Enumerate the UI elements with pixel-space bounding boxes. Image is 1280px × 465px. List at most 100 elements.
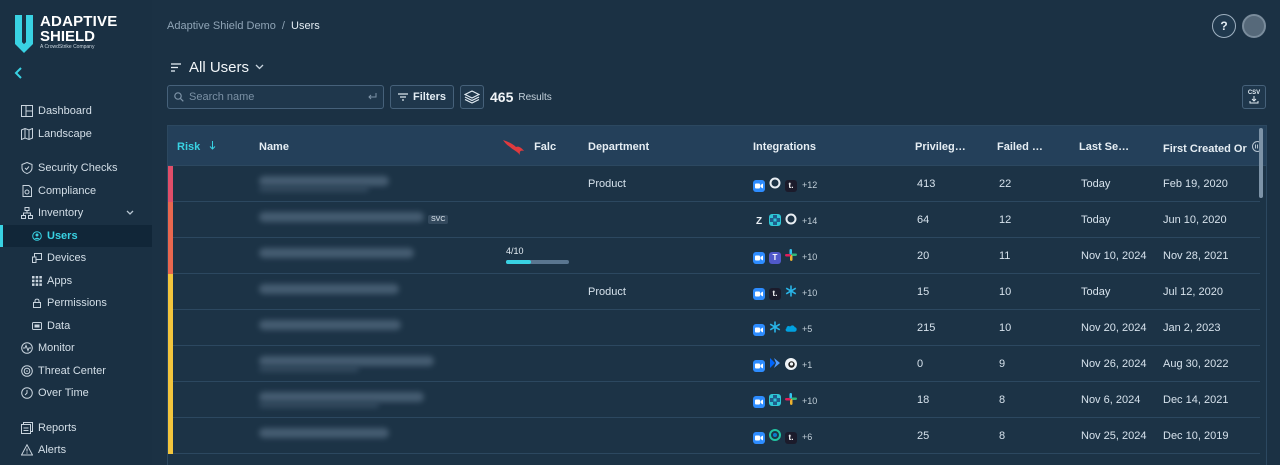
sidebar-item-users[interactable]: Users	[0, 224, 152, 247]
sidebar-item-apps[interactable]: Apps	[0, 270, 152, 293]
falcon-score-bar	[506, 260, 569, 264]
integrations-cell[interactable]: Z +14	[753, 213, 817, 228]
table-row[interactable]: SVC Z +14 64 12 Today Jun 10, 2020	[168, 202, 1260, 238]
search-input[interactable]	[189, 91, 367, 103]
okta-icon	[785, 213, 797, 228]
group-by-button[interactable]	[460, 85, 485, 109]
risk-indicator	[168, 310, 173, 346]
risk-indicator	[168, 238, 173, 274]
page-title: All Users	[189, 59, 250, 76]
data-icon	[32, 321, 42, 331]
sidebar-item-permissions[interactable]: Permissions	[0, 292, 152, 315]
sidebar-item-alerts[interactable]: Alerts	[0, 439, 152, 462]
column-label: Falc	[534, 140, 557, 153]
sidebar-item-over-time[interactable]: Over Time	[0, 382, 152, 405]
last-seen-cell: Nov 25, 2024	[1081, 430, 1147, 442]
sidebar-item-landscape[interactable]: Landscape	[0, 123, 152, 146]
sidebar-item-inventory[interactable]: Inventory	[0, 202, 152, 225]
risk-indicator	[168, 382, 173, 418]
sidebar-item-threat-center[interactable]: Threat Center	[0, 360, 152, 383]
sidebar-item-reports[interactable]: Reports	[0, 417, 152, 440]
last-seen-cell: Today	[1081, 286, 1111, 298]
last-seen-cell: Nov 26, 2024	[1081, 358, 1147, 370]
sidebar-item-dashboard[interactable]: Dashboard	[0, 100, 152, 123]
column-header-first-created[interactable]: First Created Or	[1163, 141, 1263, 155]
column-header-privileged[interactable]: Privileg…	[915, 141, 966, 153]
zoom-icon	[753, 250, 765, 264]
column-header-name[interactable]: Name	[259, 141, 289, 153]
sidebar: ADAPTIVE SHIELD A CrowdStrike Company Da…	[0, 0, 152, 465]
table-header: Risk Name Falc Department Integrations P…	[168, 126, 1266, 166]
download-icon	[1249, 96, 1259, 104]
sidebar-nav: Dashboard Landscape Security Checks Comp…	[0, 100, 152, 462]
integrations-cell[interactable]: +5	[753, 321, 812, 336]
last-seen-cell: Nov 20, 2024	[1081, 322, 1147, 334]
clock-icon	[20, 387, 33, 400]
sidebar-item-label: Alerts	[38, 444, 67, 457]
more-integrations[interactable]: +5	[802, 324, 812, 334]
column-header-falcon[interactable]: Falc	[503, 138, 556, 156]
logo[interactable]: ADAPTIVE SHIELD A CrowdStrike Company	[14, 14, 117, 54]
table-row[interactable]: +10 18 8 Nov 6, 2024 Dec 14, 2021	[168, 382, 1260, 418]
logo-line2: SHIELD	[40, 28, 96, 45]
failed-cell: 10	[999, 322, 1012, 334]
integrations-cell[interactable]: t. +12	[753, 177, 817, 192]
failed-cell: 12	[999, 214, 1012, 226]
users-icon	[32, 230, 42, 241]
column-header-department[interactable]: Department	[588, 141, 649, 153]
powerautomate-icon	[769, 357, 781, 372]
sidebar-item-label: Over Time	[38, 387, 89, 400]
sidebar-item-data[interactable]: Data	[0, 315, 152, 338]
filters-button[interactable]: Filters	[390, 85, 455, 109]
privileged-cell: 64	[917, 214, 930, 226]
sidebar-item-security-checks[interactable]: Security Checks	[0, 157, 152, 180]
search-box[interactable]	[167, 85, 384, 109]
avatar[interactable]	[1242, 14, 1266, 38]
sidebar-item-monitor[interactable]: Monitor	[0, 337, 152, 360]
table-row[interactable]: +1 0 9 Nov 26, 2024 Aug 30, 2022	[168, 346, 1260, 382]
integrations-cell[interactable]: +1	[753, 357, 812, 372]
integrations-cell[interactable]: T +10	[753, 249, 817, 264]
results-count: 465	[490, 89, 514, 105]
column-header-risk[interactable]: Risk	[177, 141, 216, 153]
more-integrations[interactable]: +1	[802, 360, 812, 370]
integrations-cell[interactable]: t. +10	[753, 285, 817, 300]
more-integrations[interactable]: +10	[802, 252, 817, 262]
breadcrumb-parent[interactable]: Adaptive Shield Demo	[167, 20, 276, 32]
zoom-icon	[753, 358, 765, 372]
hierarchy-icon	[20, 207, 33, 220]
table-row[interactable]: Product t. +12 413 22 Today Feb 19, 2020	[168, 166, 1260, 202]
table-row[interactable]: +5 215 10 Nov 20, 2024 Jan 2, 2023	[168, 310, 1260, 346]
more-integrations[interactable]: +10	[802, 396, 817, 406]
view-selector[interactable]: All Users	[171, 59, 264, 76]
collapse-sidebar-button[interactable]	[14, 66, 24, 82]
more-integrations[interactable]: +6	[802, 432, 812, 442]
column-header-last-seen[interactable]: Last Se…	[1079, 141, 1129, 153]
column-header-failed[interactable]: Failed …	[997, 141, 1043, 153]
zoom-icon	[753, 322, 765, 336]
table-row[interactable]: t. +6 25 8 Nov 25, 2024 Dec 10, 2019	[168, 418, 1260, 454]
integrations-cell[interactable]: +10	[753, 393, 817, 408]
teamwork-icon: t.	[785, 429, 797, 444]
last-seen-cell: Today	[1081, 214, 1111, 226]
help-button[interactable]: ?	[1212, 14, 1236, 38]
filters-label: Filters	[413, 91, 447, 103]
integrations-cell[interactable]: t. +6	[753, 429, 812, 444]
first-created-cell: Jan 2, 2023	[1163, 322, 1221, 334]
table-row[interactable]: Product t. +10 15 10 Today Jul 12, 2020	[168, 274, 1260, 310]
department-cell: Product	[588, 178, 626, 190]
jira-icon	[769, 213, 781, 228]
sidebar-item-devices[interactable]: Devices	[0, 247, 152, 270]
devices-icon	[32, 253, 42, 264]
sidebar-item-compliance[interactable]: Compliance	[0, 180, 152, 203]
zoom-icon	[753, 430, 765, 444]
more-integrations[interactable]: +14	[802, 216, 817, 226]
department-cell: Product	[588, 286, 626, 298]
more-integrations[interactable]: +10	[802, 288, 817, 298]
zoom-icon	[753, 178, 765, 192]
last-seen-cell: Nov 10, 2024	[1081, 250, 1147, 262]
more-integrations[interactable]: +12	[802, 180, 817, 190]
table-row[interactable]: 4/10 T +10 20 11 Nov 10, 2024 Nov 28, 2021	[168, 238, 1260, 274]
export-csv-button[interactable]: CSV	[1242, 85, 1266, 109]
column-header-integrations[interactable]: Integrations	[753, 141, 816, 153]
